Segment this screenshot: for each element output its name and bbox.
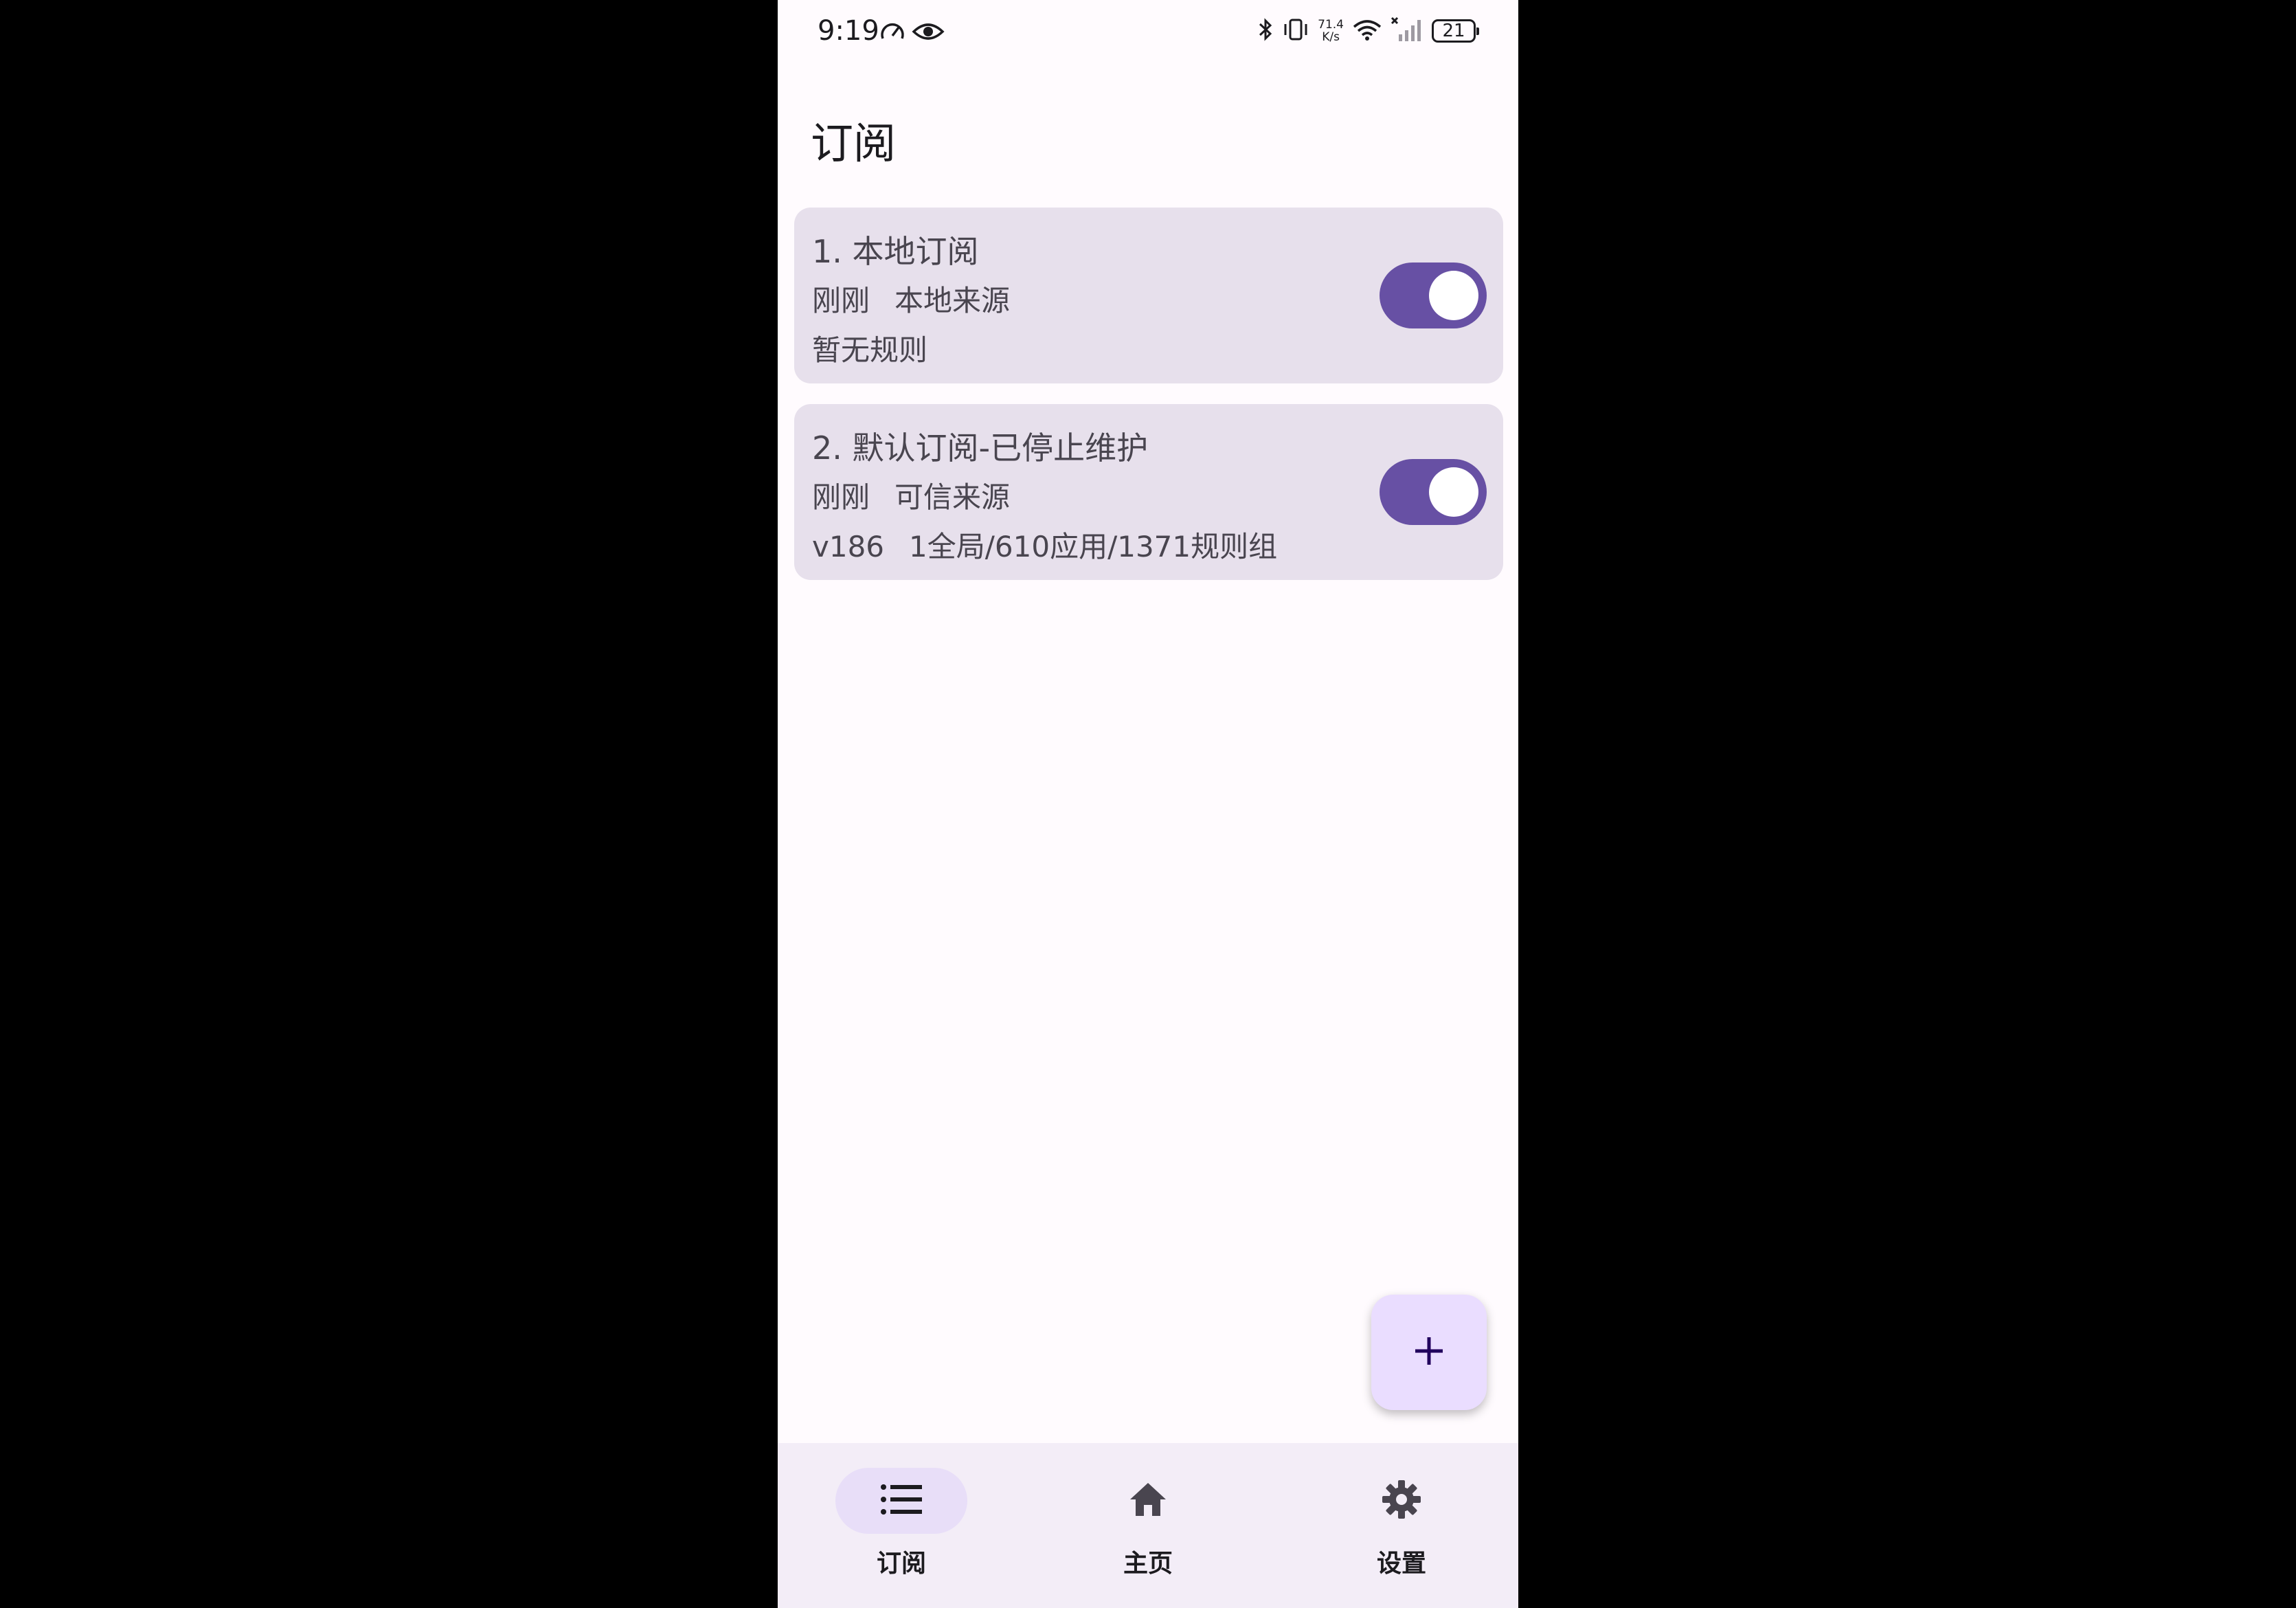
subscription-version: v186 bbox=[812, 530, 885, 563]
nav-label: 主页 bbox=[1123, 1550, 1173, 1578]
subscription-meta: 刚刚 可信来源 bbox=[812, 474, 1010, 516]
list-icon bbox=[879, 1480, 923, 1521]
speed-gauge-icon bbox=[879, 19, 906, 47]
gear-icon bbox=[1381, 1479, 1422, 1523]
nav-icon-container bbox=[1336, 1468, 1467, 1534]
status-bar: 9:19 71.4 K/s 21 bbox=[778, 0, 1518, 69]
nav-icon-container bbox=[1082, 1468, 1214, 1534]
subscription-card[interactable]: 2. 默认订阅-已停止维护 刚刚 可信来源 v186 1全局/610应用/1371规… bbox=[794, 404, 1503, 580]
vibrate-icon bbox=[1282, 17, 1309, 45]
subscription-time: 刚刚 bbox=[812, 284, 870, 317]
wifi-icon bbox=[1352, 17, 1382, 45]
battery-icon: 21 bbox=[1432, 19, 1479, 43]
status-time: 9:19 bbox=[818, 15, 879, 47]
subscription-title: 1. 本地订阅 bbox=[812, 233, 979, 270]
subscription-source: 本地来源 bbox=[894, 284, 1011, 317]
status-right-icons: 71.4 K/s 21 bbox=[1257, 16, 1479, 45]
nav-label: 设置 bbox=[1376, 1550, 1426, 1578]
subscription-card[interactable]: 1. 本地订阅 刚刚 本地来源 暂无规则 bbox=[794, 208, 1503, 383]
net-speed-unit: K/s bbox=[1322, 30, 1340, 44]
nav-active-indicator bbox=[835, 1468, 967, 1534]
subscription-toggle[interactable] bbox=[1380, 459, 1487, 525]
bluetooth-icon bbox=[1257, 17, 1274, 45]
plus-icon bbox=[1410, 1332, 1448, 1373]
eye-icon bbox=[912, 19, 945, 47]
subscription-source: 可信来源 bbox=[894, 480, 1011, 514]
subscription-detail: v186 1全局/610应用/1371规则组 bbox=[812, 524, 1277, 566]
subscription-title: 2. 默认订阅-已停止维护 bbox=[812, 429, 1149, 467]
net-speed-value: 71.4 bbox=[1318, 18, 1344, 32]
subscription-rule-counts: 1全局/610应用/1371规则组 bbox=[909, 530, 1278, 563]
net-speed: 71.4 K/s bbox=[1318, 19, 1344, 43]
no-signal-icon bbox=[1391, 16, 1423, 45]
phone-screen: 9:19 71.4 K/s 21 订阅 1. 本地订阅 刚刚 本地来源 暂无规则… bbox=[778, 0, 1518, 1608]
subscription-toggle[interactable] bbox=[1380, 263, 1487, 328]
bottom-navigation: 订阅 主页 设置 bbox=[778, 1443, 1518, 1608]
nav-label: 订阅 bbox=[876, 1550, 926, 1578]
subscription-detail-a: 暂无规则 bbox=[812, 333, 928, 367]
nav-item-home[interactable]: 主页 bbox=[1066, 1468, 1230, 1592]
add-subscription-button[interactable] bbox=[1371, 1295, 1487, 1410]
status-left-icons bbox=[879, 19, 945, 47]
page-title: 订阅 bbox=[811, 118, 897, 168]
nav-item-subscriptions[interactable]: 订阅 bbox=[819, 1468, 984, 1592]
subscription-time: 刚刚 bbox=[812, 480, 870, 514]
subscription-detail: 暂无规则 bbox=[812, 327, 927, 369]
toggle-thumb bbox=[1429, 467, 1478, 517]
nav-item-settings[interactable]: 设置 bbox=[1319, 1468, 1484, 1592]
home-icon bbox=[1127, 1480, 1169, 1521]
toggle-thumb bbox=[1429, 271, 1478, 320]
subscription-meta: 刚刚 本地来源 bbox=[812, 278, 1010, 320]
